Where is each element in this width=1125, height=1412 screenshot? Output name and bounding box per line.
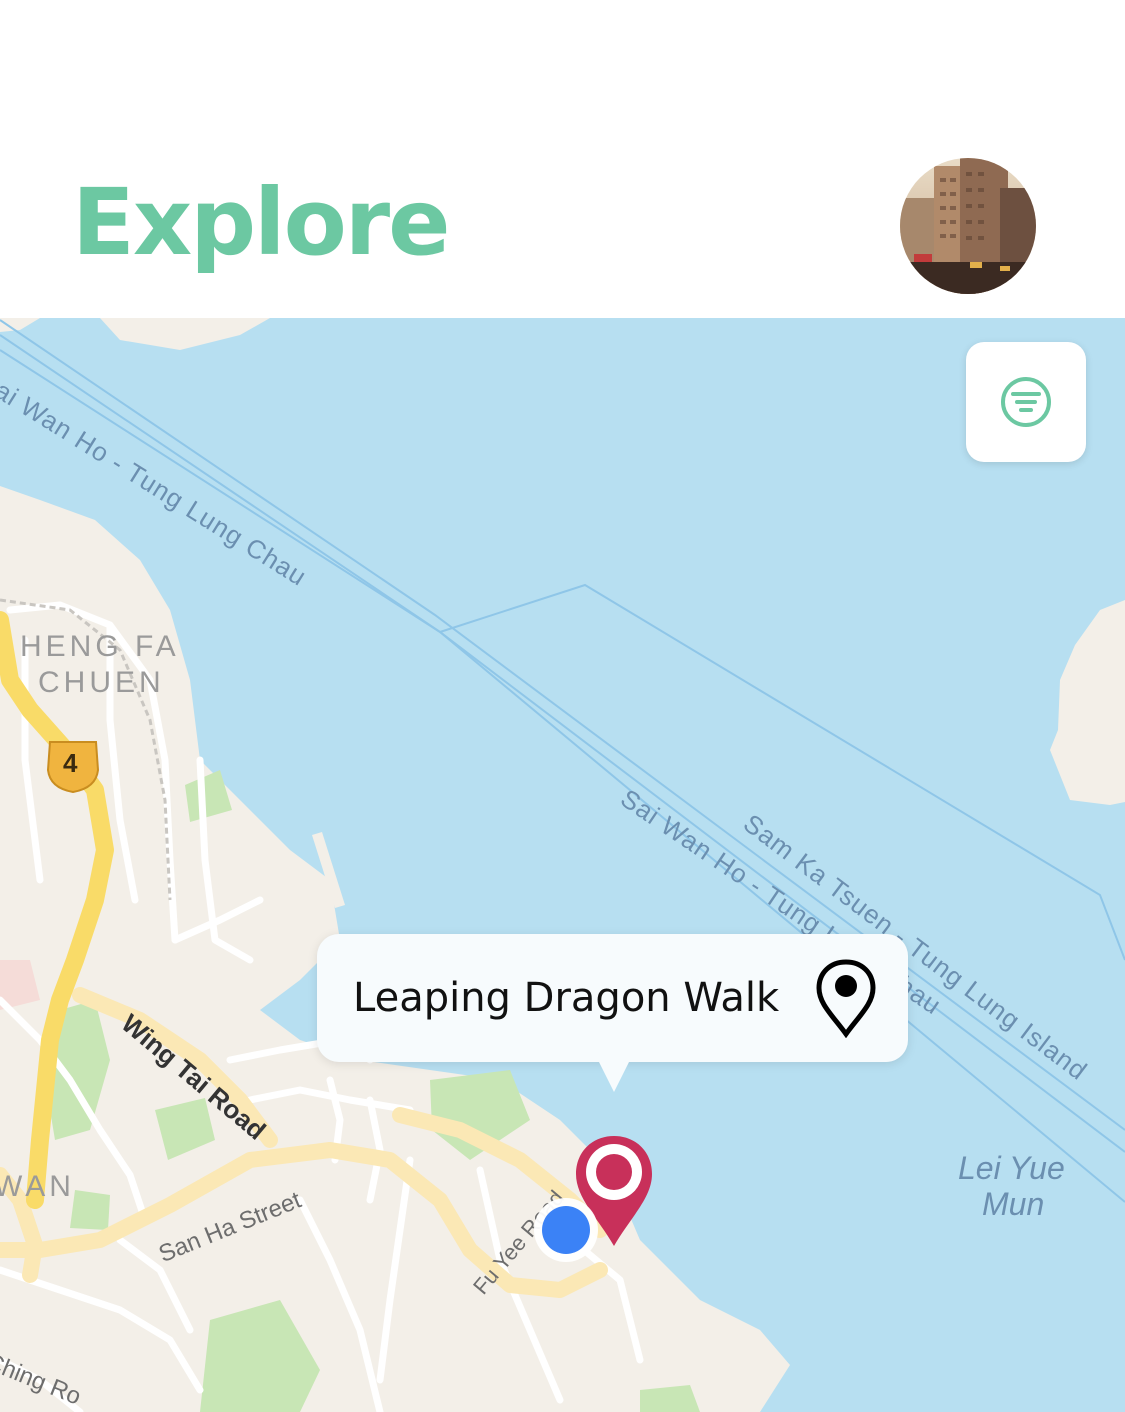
map-label-wan-fragment: WAN [0, 1170, 75, 1203]
avatar-image [900, 158, 1036, 294]
route-shield-label: 4 [63, 748, 78, 778]
page-title: Explore [72, 169, 451, 276]
map-label-lei-yue-mun-2: Mun [982, 1186, 1045, 1222]
map-label-heng-fa-chuen-1: HENG FA [20, 630, 180, 663]
map-label-lei-yue-mun-1: Lei Yue [958, 1150, 1065, 1186]
location-pin-icon[interactable] [815, 958, 877, 1038]
filter-button[interactable] [966, 342, 1086, 462]
callout-pointer [594, 1052, 634, 1092]
filter-lines-icon [1001, 377, 1051, 427]
profile-avatar[interactable] [900, 158, 1036, 294]
callout-title: Leaping Dragon Walk [353, 975, 780, 1021]
map-label-heng-fa-chuen-2: CHUEN [38, 666, 165, 699]
location-callout[interactable]: Leaping Dragon Walk [317, 934, 908, 1062]
header-bar: Explore [0, 0, 1125, 318]
user-location-dot [534, 1198, 598, 1262]
